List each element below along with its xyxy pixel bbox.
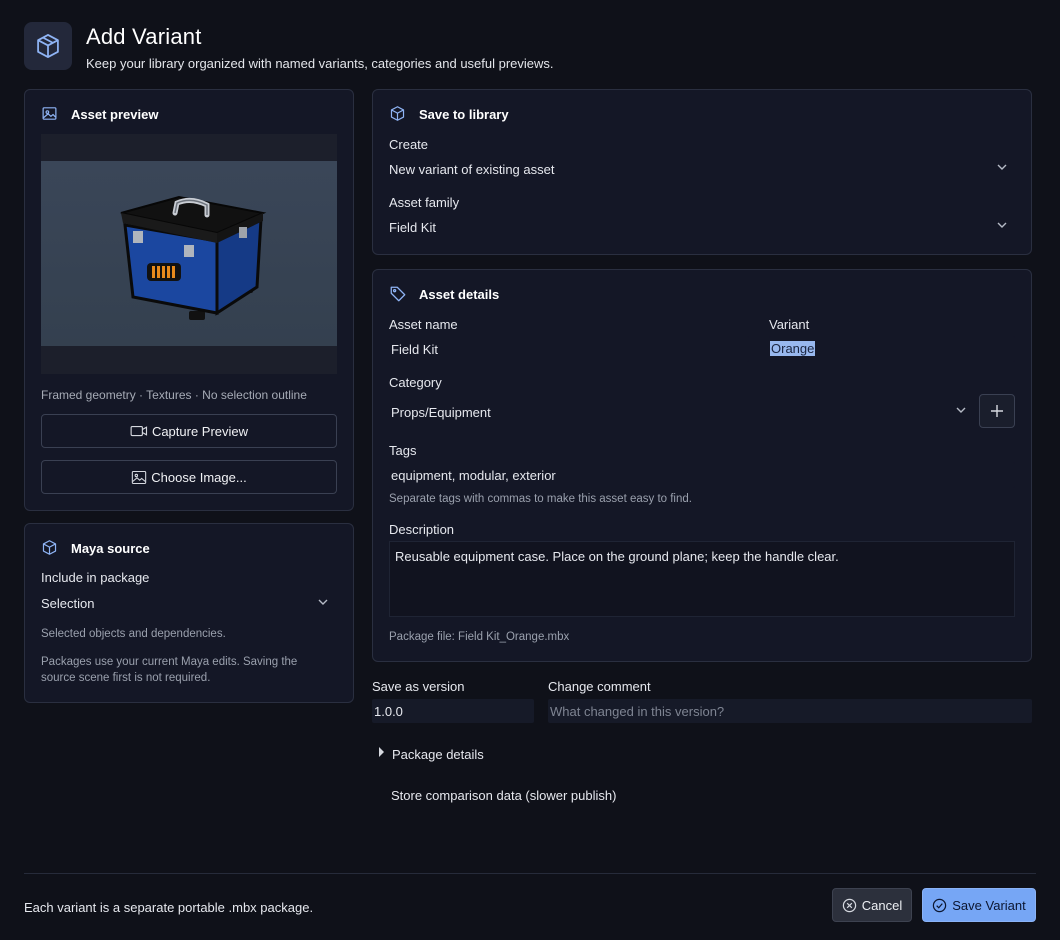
save-to-library-title: Save to library (419, 107, 509, 122)
package-icon (37, 34, 59, 58)
create-dropdown[interactable]: New variant of existing asset (389, 156, 1015, 182)
image-icon (41, 105, 58, 125)
tags-hint: Separate tags with commas to make this a… (389, 493, 692, 505)
package-icon (41, 539, 58, 559)
include-dropdown[interactable]: Selection (41, 590, 337, 616)
image-icon (132, 470, 147, 484)
tags-input[interactable]: equipment, modular, exterior (389, 462, 1015, 488)
create-label: Create (389, 137, 429, 152)
caret-right-icon (379, 747, 384, 757)
asset-name-value: Field Kit (391, 342, 438, 357)
check-circle-icon (933, 898, 947, 912)
asset-name-label: Asset name (389, 317, 458, 332)
asset-preview-title: Asset preview (71, 107, 159, 122)
tags-label: Tags (389, 443, 417, 458)
package-details-label: Package details (392, 747, 484, 762)
version-label: Save as version (372, 679, 465, 694)
header-icon (24, 22, 72, 70)
description-label: Description (389, 522, 455, 537)
chevron-down-icon (997, 164, 1007, 170)
cancel-label: Cancel (861, 897, 903, 913)
tags-value: equipment, modular, exterior (391, 468, 556, 483)
maya-source-title: Maya source (71, 541, 150, 556)
chevron-down-icon (956, 407, 966, 413)
include-hint: Selected objects and dependencies. (41, 628, 226, 640)
asset-family-dropdown[interactable]: Field Kit (389, 214, 1015, 240)
change-comment-placeholder: What changed in this version? (550, 704, 725, 719)
variant-input[interactable]: Orange (769, 336, 1015, 362)
chevron-down-icon (997, 222, 1007, 228)
chevron-down-icon (318, 599, 328, 605)
preview-caption: Framed geometry · Textures · No selectio… (41, 388, 307, 402)
store-comparison-option[interactable]: Store comparison data (slower publish) (391, 788, 616, 803)
package-details-toggle[interactable]: Package details (376, 744, 576, 764)
plus-icon (991, 405, 1003, 417)
package-file-name: Package file: Field Kit_Orange.mbx (389, 631, 570, 643)
equipment-case-render (120, 195, 267, 320)
category-dropdown[interactable]: Props/Equipment (389, 396, 975, 426)
category-label: Category (389, 375, 442, 390)
variant-value: Orange (770, 341, 816, 356)
camera-icon (130, 425, 147, 437)
asset-family-value: Field Kit (389, 220, 436, 235)
create-value: New variant of existing asset (389, 162, 555, 177)
page-title: Add Variant (86, 24, 202, 49)
capture-preview-button[interactable]: Capture Preview (41, 414, 337, 448)
version-value: 1.0.0 (374, 704, 403, 719)
save-variant-button[interactable]: Save Variant (922, 888, 1036, 922)
preview-frame (41, 134, 337, 374)
close-circle-icon (842, 898, 856, 912)
asset-details-title: Asset details (419, 287, 500, 302)
add-category-button[interactable] (979, 394, 1015, 428)
tag-icon (389, 285, 407, 306)
asset-name-input[interactable]: Field Kit (389, 336, 749, 362)
asset-family-label: Asset family (389, 195, 460, 210)
description-textarea[interactable]: Reusable equipment case. Place on the gr… (389, 541, 1015, 617)
choose-image-label: Choose Image... (151, 469, 247, 485)
include-label: Include in package (41, 570, 150, 585)
preview-image (41, 161, 337, 346)
variant-label: Variant (769, 317, 810, 332)
page-subtitle: Keep your library organized with named v… (86, 56, 554, 71)
capture-preview-label: Capture Preview (151, 423, 249, 439)
save-variant-label: Save Variant (952, 897, 1026, 913)
maya-note-line1: Packages use your current Maya edits. Sa… (41, 656, 298, 668)
change-comment-input[interactable]: What changed in this version? (548, 699, 1032, 723)
version-input[interactable]: 1.0.0 (372, 699, 534, 723)
include-value: Selection (41, 596, 95, 611)
maya-note-line2: source scene first is not required. (41, 672, 211, 684)
change-comment-label: Change comment (548, 679, 651, 694)
package-icon (389, 105, 406, 125)
category-value: Props/Equipment (391, 405, 491, 420)
footer-note: Each variant is a separate portable .mbx… (24, 900, 314, 915)
cancel-button[interactable]: Cancel (832, 888, 912, 922)
choose-image-button[interactable]: Choose Image... (41, 460, 337, 494)
footer-divider (24, 873, 1036, 874)
